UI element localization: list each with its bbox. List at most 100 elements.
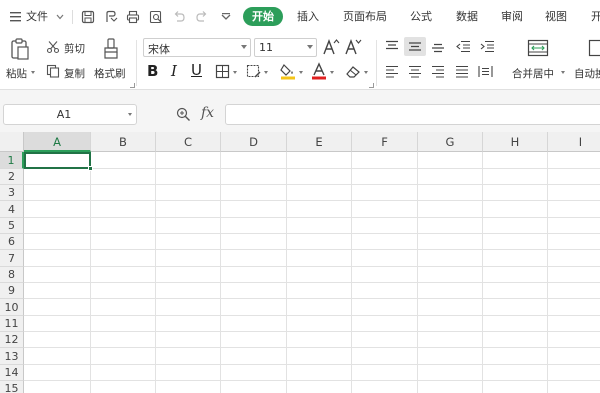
tab-page-layout[interactable]: 页面布局 bbox=[343, 8, 387, 26]
name-box[interactable]: A1 bbox=[3, 104, 137, 125]
row-header-10[interactable]: 10 bbox=[0, 299, 24, 316]
tab-formulas[interactable]: 公式 bbox=[410, 8, 432, 26]
row-header-7[interactable]: 7 bbox=[0, 250, 24, 267]
increase-font-icon[interactable] bbox=[322, 38, 340, 56]
chevron-down-icon[interactable] bbox=[128, 113, 132, 116]
justify-icon[interactable] bbox=[455, 65, 469, 78]
paste-button[interactable]: 粘贴 bbox=[6, 66, 27, 81]
row-header-8[interactable]: 8 bbox=[0, 267, 24, 283]
row-header-6[interactable]: 6 bbox=[0, 234, 24, 250]
format-painter-button[interactable]: 格式刷 bbox=[94, 66, 126, 81]
print-preview-icon[interactable] bbox=[149, 10, 163, 24]
align-top-icon[interactable] bbox=[385, 40, 399, 53]
tab-view[interactable]: 视图 bbox=[545, 8, 567, 26]
redo-icon[interactable] bbox=[195, 10, 209, 24]
cell-style-icon[interactable] bbox=[246, 64, 262, 79]
merge-dropdown-arrow[interactable] bbox=[561, 71, 565, 74]
font-color-icon[interactable] bbox=[311, 62, 327, 80]
fill-color-dropdown-arrow[interactable] bbox=[299, 71, 303, 74]
cut-button[interactable]: 剪切 bbox=[64, 41, 85, 56]
dialog-launcher-icon[interactable] bbox=[369, 83, 374, 88]
grid-line bbox=[90, 152, 91, 393]
align-center-icon[interactable] bbox=[408, 65, 422, 78]
menu-icon[interactable] bbox=[9, 10, 23, 24]
paste-icon[interactable] bbox=[9, 37, 31, 61]
print-icon[interactable] bbox=[126, 10, 140, 24]
dialog-launcher-icon[interactable] bbox=[130, 83, 135, 88]
zoom-icon[interactable] bbox=[176, 107, 191, 122]
row-header-3[interactable]: 3 bbox=[0, 185, 24, 201]
row-header-2[interactable]: 2 bbox=[0, 169, 24, 185]
divider bbox=[136, 40, 137, 86]
font-size-value: 11 bbox=[259, 41, 273, 54]
row-header-14[interactable]: 14 bbox=[0, 365, 24, 381]
row-header-5[interactable]: 5 bbox=[0, 218, 24, 234]
align-bottom-icon[interactable] bbox=[431, 40, 445, 53]
border-dropdown-arrow[interactable] bbox=[233, 71, 237, 74]
grid-line bbox=[24, 168, 600, 169]
save-icon[interactable] bbox=[81, 10, 95, 24]
fill-color-icon[interactable] bbox=[280, 62, 296, 80]
row-header-4[interactable]: 4 bbox=[0, 201, 24, 218]
copy-icon[interactable] bbox=[46, 64, 60, 78]
increase-indent-icon[interactable] bbox=[480, 40, 495, 53]
eraser-icon[interactable] bbox=[345, 64, 361, 79]
column-header-b[interactable]: B bbox=[91, 132, 156, 152]
column-header-g[interactable]: G bbox=[418, 132, 483, 152]
row-header-9[interactable]: 9 bbox=[0, 283, 24, 299]
file-menu[interactable]: 文件 bbox=[26, 8, 48, 26]
row-header-15[interactable]: 15 bbox=[0, 381, 24, 393]
bold-icon[interactable]: B bbox=[147, 62, 158, 80]
paste-dropdown-arrow[interactable] bbox=[31, 71, 35, 74]
column-header-c[interactable]: C bbox=[156, 132, 221, 152]
row-header-11[interactable]: 11 bbox=[0, 316, 24, 332]
font-name-select[interactable]: 宋体 bbox=[143, 38, 251, 57]
font-size-select[interactable]: 11 bbox=[254, 38, 317, 57]
align-middle-icon[interactable] bbox=[408, 40, 422, 53]
undo-icon[interactable] bbox=[172, 10, 186, 24]
decrease-indent-icon[interactable] bbox=[456, 40, 471, 53]
merge-center-icon[interactable] bbox=[527, 39, 549, 57]
italic-icon[interactable]: I bbox=[171, 62, 177, 80]
column-header-d[interactable]: D bbox=[221, 132, 287, 152]
grid-line bbox=[24, 200, 600, 201]
chevron-down-icon bbox=[307, 45, 313, 49]
copy-button[interactable]: 复制 bbox=[64, 66, 85, 81]
distributed-align-icon[interactable] bbox=[478, 65, 493, 78]
grid-line bbox=[24, 331, 600, 332]
merge-center-button[interactable]: 合并居中 bbox=[512, 66, 554, 81]
column-header-h[interactable]: H bbox=[483, 132, 548, 152]
fill-handle[interactable] bbox=[88, 166, 93, 171]
decrease-font-icon[interactable] bbox=[344, 38, 362, 56]
wrap-text-icon[interactable] bbox=[588, 39, 600, 57]
tab-home[interactable]: 开始 bbox=[243, 7, 283, 26]
row-header-1[interactable]: 1 bbox=[0, 152, 24, 169]
row-header-13[interactable]: 13 bbox=[0, 348, 24, 365]
formula-input[interactable] bbox=[225, 104, 600, 125]
column-header-a[interactable]: A bbox=[24, 132, 91, 152]
align-left-icon[interactable] bbox=[385, 65, 399, 78]
column-header-f[interactable]: F bbox=[352, 132, 418, 152]
customize-toolbar-icon[interactable] bbox=[219, 10, 233, 24]
select-all-corner[interactable] bbox=[0, 132, 24, 152]
tab-developer[interactable]: 开 bbox=[591, 8, 600, 26]
align-right-icon[interactable] bbox=[431, 65, 445, 78]
cell-style-dropdown-arrow[interactable] bbox=[264, 71, 268, 74]
font-color-dropdown-arrow[interactable] bbox=[330, 71, 334, 74]
format-painter-icon[interactable] bbox=[101, 37, 121, 61]
scissors-icon[interactable] bbox=[46, 40, 60, 54]
tab-insert[interactable]: 插入 bbox=[297, 8, 319, 26]
tab-review[interactable]: 审阅 bbox=[501, 8, 523, 26]
export-icon[interactable] bbox=[104, 10, 118, 24]
underline-icon[interactable]: U bbox=[191, 61, 202, 79]
tab-data[interactable]: 数据 bbox=[456, 8, 478, 26]
clear-dropdown-arrow[interactable] bbox=[364, 71, 368, 74]
auto-wrap-button[interactable]: 自动换 bbox=[574, 66, 600, 81]
fx-label[interactable]: fx bbox=[201, 105, 214, 121]
border-icon[interactable] bbox=[215, 64, 230, 79]
column-header-e[interactable]: E bbox=[287, 132, 352, 152]
selected-cell-a1[interactable] bbox=[24, 152, 91, 169]
chevron-down-icon[interactable] bbox=[55, 12, 65, 22]
column-header-i[interactable]: I bbox=[548, 132, 600, 152]
row-header-12[interactable]: 12 bbox=[0, 332, 24, 348]
